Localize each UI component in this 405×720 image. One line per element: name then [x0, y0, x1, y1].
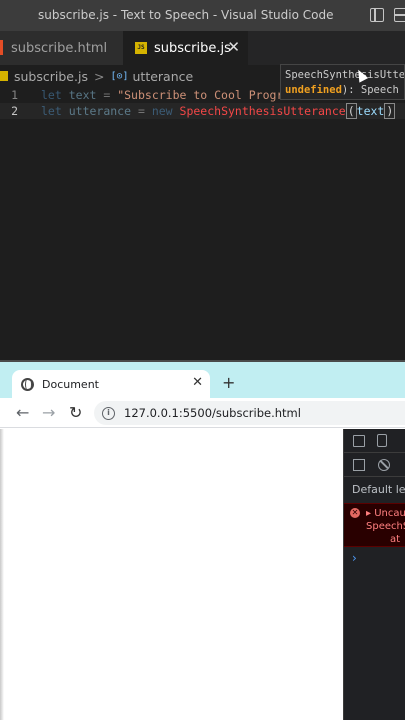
browser-tab-title: Document — [42, 377, 99, 391]
address-bar[interactable]: i 127.0.0.1:5500/subscribe.html — [94, 401, 405, 425]
console-sidebar-icon[interactable] — [353, 459, 365, 471]
window-title: subscribe.js - Text to Speech - Visual S… — [38, 8, 334, 22]
variable-symbol-icon: [⊙] — [110, 70, 129, 82]
tab-label: subscribe.html — [11, 40, 108, 56]
close-icon[interactable]: ✕ — [227, 38, 240, 56]
error-line: SpeechS — [366, 521, 405, 532]
js-file-icon: JS — [135, 42, 147, 54]
code-line-current[interactable]: 2 let utterance = new SpeechSynthesisUtt… — [0, 103, 405, 119]
inspect-element-icon[interactable] — [353, 435, 365, 447]
browser-tab-document[interactable]: Document ✕ — [12, 370, 210, 398]
parameter-hint-popup: SpeechSynthesisUtte undefined): Speech — [280, 64, 405, 100]
breadcrumb-symbol[interactable]: utterance — [133, 69, 194, 84]
devtools-toolbar — [344, 429, 405, 453]
error-line: at — [390, 534, 401, 545]
close-icon[interactable]: ✕ — [192, 375, 203, 390]
back-arrow-icon[interactable]: ← — [16, 403, 29, 422]
line-number: 1 — [11, 88, 18, 102]
code-text: let utterance = new SpeechSynthesisUtter… — [41, 103, 396, 119]
tab-label: subscribe.js — [154, 40, 231, 56]
page-content[interactable] — [0, 429, 343, 720]
window-edge — [0, 429, 4, 720]
error-icon: ✕ — [350, 508, 360, 518]
console-prompt-icon[interactable]: › — [352, 551, 357, 565]
breadcrumb-file[interactable]: subscribe.js — [14, 69, 88, 84]
line-number: 2 — [11, 104, 18, 118]
hint-return: undefined): Speech — [285, 84, 399, 96]
toggle-panel-icon[interactable] — [394, 8, 405, 22]
code-text: let text = "Subscribe to Cool Progra — [41, 88, 291, 102]
globe-icon — [21, 377, 34, 391]
tab-subscribe-js[interactable]: JS subscribe.js ✕ — [123, 31, 248, 65]
breadcrumb-separator-icon: > — [93, 68, 105, 84]
console-toolbar — [344, 453, 405, 477]
vscode-title-bar: subscribe.js - Text to Speech - Visual S… — [0, 0, 405, 31]
forward-arrow-icon[interactable]: → — [42, 403, 55, 422]
site-info-icon[interactable]: i — [102, 406, 115, 420]
js-file-icon — [0, 71, 8, 81]
address-text[interactable]: 127.0.0.1:5500/subscribe.html — [124, 406, 301, 420]
editor-tab-bar: subscribe.html JS subscribe.js ✕ — [0, 31, 405, 65]
browser-tab-strip: Document ✕ + — [0, 362, 405, 398]
device-toolbar-icon[interactable] — [377, 434, 387, 447]
browser-window: Document ✕ + ← → ↻ i 127.0.0.1:5500/subs… — [0, 360, 405, 720]
toggle-sidebar-icon[interactable] — [370, 8, 384, 22]
reload-icon[interactable]: ↻ — [69, 403, 82, 422]
code-editor[interactable]: 1 let text = "Subscribe to Cool Progra 2… — [0, 87, 405, 357]
tab-subscribe-html[interactable]: subscribe.html — [0, 31, 123, 65]
log-levels-dropdown[interactable]: Default leve — [352, 483, 405, 496]
hint-signature: SpeechSynthesisUtte — [285, 69, 405, 81]
console-error-message[interactable]: ✕ ▸ Uncau SpeechS at — [344, 503, 405, 547]
browser-toolbar: ← → ↻ i 127.0.0.1:5500/subscribe.html — [0, 398, 405, 428]
clear-console-icon[interactable] — [378, 459, 390, 471]
devtools-panel: Default leve ✕ ▸ Uncau SpeechS at › — [343, 429, 405, 720]
new-tab-icon[interactable]: + — [222, 373, 235, 392]
error-line: ▸ Uncau — [366, 508, 405, 519]
